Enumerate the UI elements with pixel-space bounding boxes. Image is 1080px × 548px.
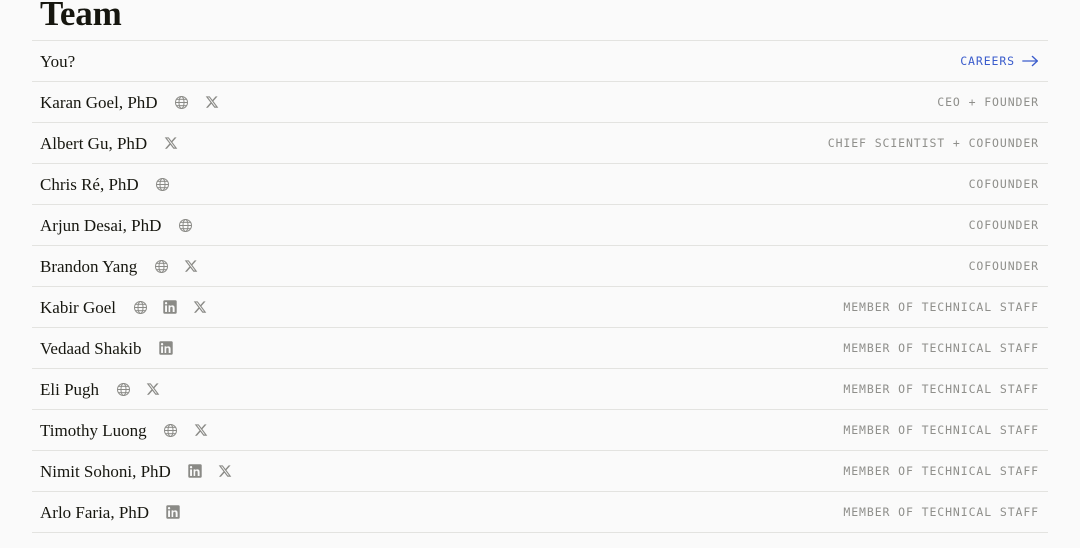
member-role: CEO + FOUNDER [937,95,1039,109]
x-icon[interactable] [163,135,179,151]
member-role: COFOUNDER [968,259,1039,273]
linkedin-icon[interactable] [158,340,174,356]
globe-icon[interactable] [132,299,148,315]
social-links [163,422,209,438]
member-role: MEMBER OF TECHNICAL STAFF [843,505,1039,519]
team-page: Team You? CAREERS Karan Goel, PhD CEO + FOU… [0,0,1080,548]
member-name: Albert Gu, PhD [40,133,148,153]
team-row: You? CAREERS [32,41,1048,82]
member-name: Chris Ré, PhD [40,174,139,194]
arrow-right-icon [1022,54,1039,68]
member-role: CHIEF SCIENTIST + COFOUNDER [827,136,1039,150]
social-links [132,299,208,315]
member-name: Nimit Sohoni, PhD [40,461,171,481]
row-left: Arlo Faria, PhD [40,504,843,521]
member-role: MEMBER OF TECHNICAL STAFF [843,341,1039,355]
team-row: Kabir Goel MEMBER OF TECHNICAL STAFF [32,287,1048,328]
globe-icon[interactable] [115,381,131,397]
team-row: Chris Ré, PhD COFOUNDER [32,164,1048,205]
social-links [187,463,233,479]
social-links [165,504,181,520]
linkedin-icon[interactable] [165,504,181,520]
page-title: Team [40,0,122,33]
row-left: Vedaad Shakib [40,340,843,357]
member-role: COFOUNDER [968,218,1039,232]
social-links [177,217,193,233]
team-row: Vedaad Shakib MEMBER OF TECHNICAL STAFF [32,328,1048,369]
member-name: Eli Pugh [40,379,100,399]
team-row: Timothy Luong MEMBER OF TECHNICAL STAFF [32,410,1048,451]
row-left: Arjun Desai, PhD [40,217,969,234]
social-links [163,135,179,151]
row-left: You? [40,53,960,70]
member-role: MEMBER OF TECHNICAL STAFF [843,300,1039,314]
linkedin-icon[interactable] [187,463,203,479]
x-icon[interactable] [217,463,233,479]
team-row: Nimit Sohoni, PhD MEMBER OF TECHNICAL STA… [32,451,1048,492]
x-icon[interactable] [183,258,199,274]
member-role: MEMBER OF TECHNICAL STAFF [843,423,1039,437]
member-name: Kabir Goel [40,297,117,317]
member-name: Karan Goel, PhD [40,92,158,112]
social-links [155,176,171,192]
x-icon[interactable] [192,299,208,315]
social-links [174,94,220,110]
member-name: You? [40,51,76,71]
member-role: COFOUNDER [968,177,1039,191]
linkedin-icon[interactable] [162,299,178,315]
team-row: Arlo Faria, PhD MEMBER OF TECHNICAL STAFF [32,492,1048,533]
careers-label: CAREERS [960,54,1015,68]
social-links [115,381,161,397]
social-links [158,340,174,356]
member-name: Timothy Luong [40,420,147,440]
member-name: Vedaad Shakib [40,338,142,358]
team-row: Arjun Desai, PhD COFOUNDER [32,205,1048,246]
team-row: Brandon Yang COFOUNDER [32,246,1048,287]
globe-icon[interactable] [174,94,190,110]
row-left: Chris Ré, PhD [40,176,969,193]
row-left: Karan Goel, PhD [40,94,937,111]
member-name: Brandon Yang [40,256,138,276]
content-wrapper: Team You? CAREERS Karan Goel, PhD CEO + FOU… [0,0,1080,533]
x-icon[interactable] [204,94,220,110]
row-left: Brandon Yang [40,258,969,275]
row-left: Kabir Goel [40,299,843,316]
team-list: You? CAREERS Karan Goel, PhD CEO + FOUNDER A… [32,40,1048,533]
x-icon[interactable] [145,381,161,397]
globe-icon[interactable] [177,217,193,233]
member-name: Arjun Desai, PhD [40,215,162,235]
team-row: Albert Gu, PhD CHIEF SCIENTIST + COFOUNDE… [32,123,1048,164]
member-name: Arlo Faria, PhD [40,502,150,522]
member-role: MEMBER OF TECHNICAL STAFF [843,464,1039,478]
team-row: Karan Goel, PhD CEO + FOUNDER [32,82,1048,123]
social-links [153,258,199,274]
careers-link[interactable]: CAREERS [960,54,1040,68]
globe-icon[interactable] [163,422,179,438]
row-left: Eli Pugh [40,381,843,398]
x-icon[interactable] [193,422,209,438]
row-left: Nimit Sohoni, PhD [40,463,843,480]
globe-icon[interactable] [155,176,171,192]
globe-icon[interactable] [153,258,169,274]
team-row: Eli Pugh MEMBER OF TECHNICAL STAFF [32,369,1048,410]
row-left: Timothy Luong [40,422,843,439]
row-left: Albert Gu, PhD [40,135,828,152]
member-role: MEMBER OF TECHNICAL STAFF [843,382,1039,396]
